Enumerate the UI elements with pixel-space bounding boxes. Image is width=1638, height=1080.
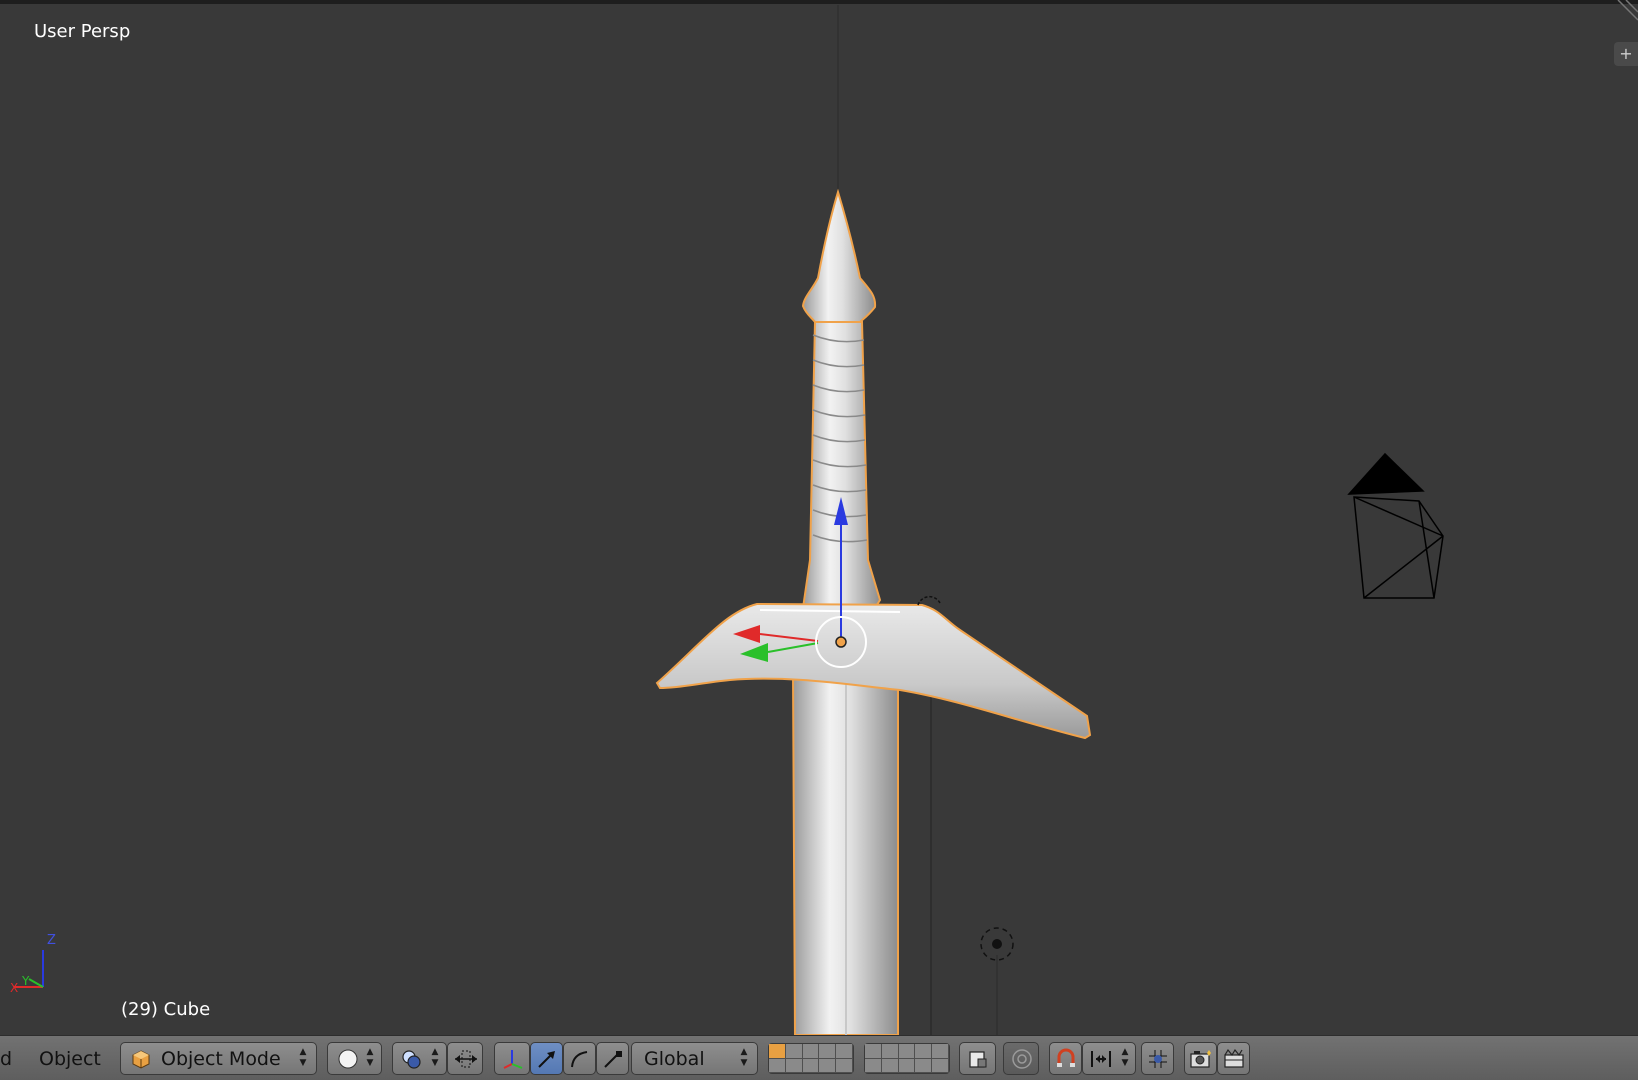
properties-toggle-button[interactable]: +: [1614, 42, 1638, 66]
snap-target-icon: [1149, 1050, 1167, 1068]
snap-magnet-icon: [1057, 1048, 1075, 1067]
active-object-info: (29) Cube: [121, 999, 211, 1020]
shading-updown-icon: ▲ ▼: [366, 1047, 374, 1068]
viewport-shading-solid-icon: [338, 1049, 358, 1069]
camera-object[interactable]: [1347, 452, 1444, 599]
scale-manipulator-button[interactable]: [596, 1042, 629, 1075]
rotate-manipulator-button[interactable]: [563, 1042, 596, 1075]
snap-toggle-button[interactable]: [1049, 1042, 1082, 1075]
translate-manipulator-icon: [538, 1051, 555, 1068]
lamp-helper: [917, 595, 941, 606]
mode-selector[interactable]: Object Mode ▲ ▼: [120, 1042, 317, 1075]
layer-button-active[interactable]: [769, 1044, 786, 1059]
object-mode-cube-icon: [132, 1050, 150, 1069]
object-menu[interactable]: Object: [39, 1048, 101, 1070]
opengl-render-button[interactable]: [1184, 1042, 1217, 1075]
scene-layers-group-1[interactable]: [768, 1043, 854, 1074]
axis-x-label: X: [10, 981, 18, 995]
manipulator-axes-button[interactable]: [494, 1042, 530, 1075]
view-name-label: User Persp: [34, 21, 131, 42]
scene-layers-group-2[interactable]: [864, 1043, 950, 1074]
transform-orientation-selector[interactable]: Global ▲ ▼: [631, 1042, 758, 1075]
sword-object[interactable]: [655, 188, 1092, 1035]
opengl-animation-button[interactable]: [1217, 1042, 1250, 1075]
scene-canvas[interactable]: Z Y X: [0, 0, 1638, 1035]
pivot-point-selector[interactable]: ▲ ▼: [392, 1042, 447, 1075]
snap-element-icon: [1091, 1051, 1111, 1067]
proportional-edit-button[interactable]: [1003, 1042, 1039, 1075]
translate-manipulator-button[interactable]: [530, 1042, 563, 1075]
rotate-manipulator-icon: [571, 1051, 588, 1068]
layer-lock-icon: [969, 1051, 987, 1068]
add-menu-cut-label[interactable]: d: [0, 1048, 12, 1070]
scale-manipulator-icon: [604, 1051, 622, 1068]
manipulator-axes-icon: [503, 1050, 523, 1069]
viewport-shading-selector[interactable]: ▲ ▼: [327, 1042, 382, 1075]
snap-element-selector[interactable]: ▲ ▼: [1082, 1042, 1136, 1075]
opengl-render-icon: [1190, 1050, 1211, 1068]
axis-y-label: Y: [21, 974, 30, 988]
manipulator-toggle-icon: [455, 1050, 477, 1068]
sword-pommel[interactable]: [801, 188, 877, 323]
viewport-header: d Object Object Mode ▲ ▼ ▲ ▼ ▲ ▼ Global …: [0, 1035, 1638, 1080]
pivot-point-icon: [402, 1050, 421, 1069]
mode-selector-updown-icon: ▲ ▼: [299, 1047, 307, 1068]
3d-viewport[interactable]: Z Y X User Persp (29) Cube +: [0, 0, 1638, 1035]
proportional-edit-icon: [1012, 1049, 1032, 1069]
mode-selector-label: Object Mode: [161, 1048, 281, 1070]
snap-element-updown-icon: ▲ ▼: [1121, 1047, 1129, 1068]
axis-z-label: Z: [47, 933, 56, 948]
transform-orientation-label: Global: [644, 1048, 705, 1070]
orientation-updown-icon: ▲ ▼: [740, 1047, 748, 1068]
pivot-updown-icon: ▲ ▼: [431, 1047, 439, 1068]
object-origin: [835, 636, 847, 648]
opengl-animation-icon: [1224, 1048, 1244, 1068]
area-split-corner-icon[interactable]: [1612, 0, 1638, 26]
axis-widget: Z Y X: [10, 933, 56, 995]
layer-lock-button[interactable]: [959, 1042, 996, 1075]
snap-target-button[interactable]: [1141, 1042, 1174, 1075]
manipulator-toggle-button[interactable]: [447, 1042, 483, 1075]
